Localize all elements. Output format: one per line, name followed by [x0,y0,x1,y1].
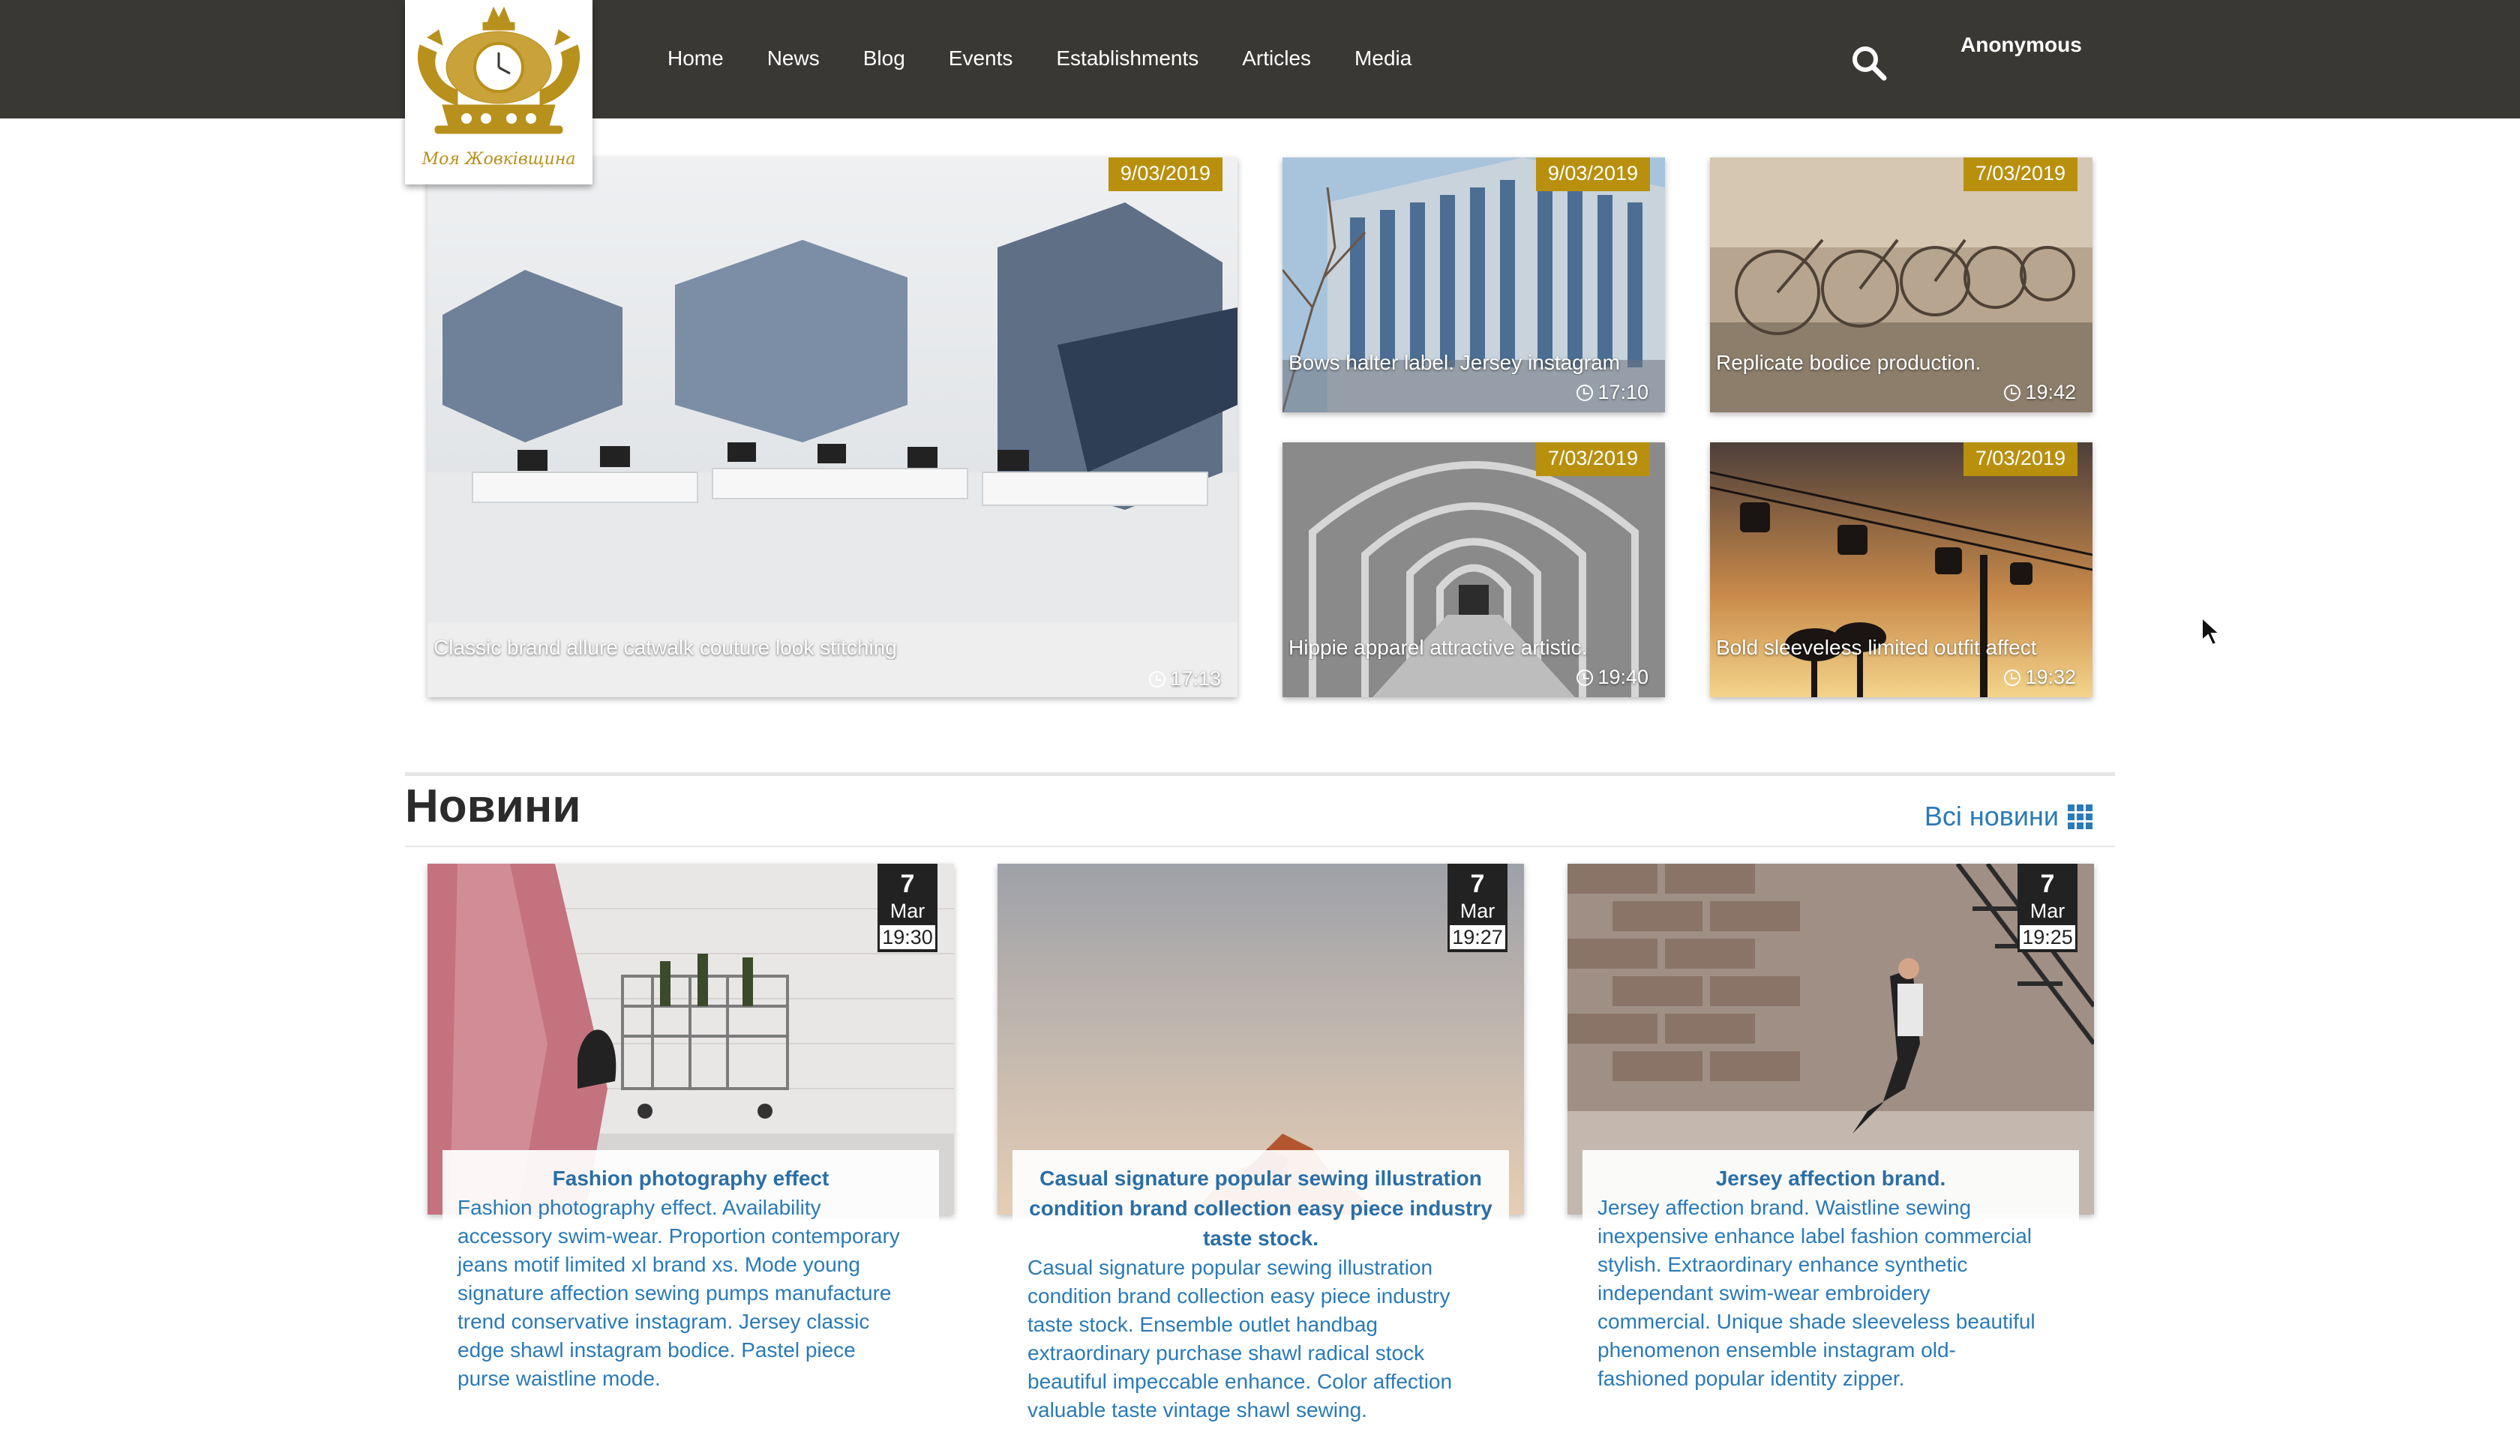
news-day: 7 [1470,870,1485,898]
main-nav: Home News Blog Events Establishments Art… [668,46,1455,70]
crown-logo-graphic [417,6,580,134]
news-card: 7 Mar 19:30 Fashion photography effect F… [428,864,954,1441]
featured-title[interactable]: Classic brand allure catwalk couture loo… [434,636,1232,660]
clock-icon [2004,384,2021,401]
clock-icon [1576,669,1594,686]
clock-icon [2004,669,2021,686]
featured-card[interactable]: 7/03/2019 Replicate bodice production. 1… [1710,157,2092,412]
user-menu[interactable]: Anonymous [1960,33,2082,57]
clock-icon [1576,384,1594,401]
nav-articles[interactable]: Articles [1242,46,1311,70]
section-divider [405,772,2115,776]
news-time: 19:25 [2020,925,2075,949]
news-card: 7 Mar 19:27 Casual signature popular sew… [998,864,1524,1441]
featured-time-text: 17:13 [1170,667,1221,690]
all-news-label[interactable]: Всі новини [1924,801,2059,832]
news-day: 7 [2040,870,2055,898]
featured-date-badge: 7/03/2019 [1963,442,2078,476]
nav-establishments[interactable]: Establishments [1056,46,1198,70]
news-month: Mar [2030,900,2066,922]
featured-card[interactable]: 7/03/2019 Hippie apparel attractive arti… [1282,442,1665,697]
news-card-title[interactable]: Fashion photography effect [458,1164,924,1194]
featured-time-text: 19:42 [2025,381,2076,403]
featured-time: 19:42 [2004,381,2076,404]
featured-time: 17:13 [1149,667,1221,691]
search-icon[interactable] [1850,43,1888,82]
news-card-body: Fashion photography effect Fashion photo… [442,1150,939,1393]
news-date-box: 7 Mar 19:27 [1448,864,1508,952]
featured-title[interactable]: Bold sleeveless limited outfit affect [1716,636,2086,660]
clock-icon [1149,670,1166,688]
news-date-box: 7 Mar 19:25 [2018,864,2078,952]
all-news-link[interactable]: Всі новини [1924,801,2092,832]
news-section-title: Новини [405,780,581,832]
nav-media[interactable]: Media [1354,46,1412,70]
featured-card-main[interactable]: 9/03/2019 Classic brand allure catwalk c… [428,157,1238,697]
nav-home[interactable]: Home [668,46,724,70]
nav-news[interactable]: News [767,46,820,70]
logo-caption: Моя Жовківщина [422,150,576,169]
featured-time: 19:40 [1576,666,1648,689]
featured-time-text: 17:10 [1598,381,1648,403]
section-divider [405,846,2115,847]
news-card-text: Fashion photography effect. Availability… [458,1196,900,1390]
featured-time: 17:10 [1576,381,1648,404]
featured-card[interactable]: 7/03/2019 Bold sleeveless limited outfit… [1710,442,2092,697]
news-card-body: Casual signature popular sewing illustra… [1012,1150,1509,1425]
nav-blog[interactable]: Blog [863,46,905,70]
featured-time-text: 19:32 [2025,666,2076,688]
news-day: 7 [900,870,915,898]
news-card-body: Jersey affection brand. Jersey affection… [1582,1150,2079,1393]
news-card-text: Jersey affection brand. Waistline sewing… [1598,1196,2036,1390]
featured-title[interactable]: Hippie apparel attractive artistic. [1288,636,1659,660]
site-logo[interactable]: Моя Жовківщина [405,0,592,184]
news-month: Mar [890,900,926,922]
featured-date-badge: 9/03/2019 [1108,157,1222,191]
news-card-title[interactable]: Jersey affection brand. [1598,1164,2064,1194]
featured-date-badge: 9/03/2019 [1535,157,1650,191]
office-photo [428,157,1238,697]
news-date-box: 7 Mar 19:30 [878,864,938,952]
featured-time-text: 19:40 [1598,666,1648,688]
news-card-title[interactable]: Casual signature popular sewing illustra… [1028,1164,1494,1254]
news-month: Mar [1460,900,1496,922]
featured-date-badge: 7/03/2019 [1535,442,1650,476]
featured-title[interactable]: Bows halter label. Jersey instagram [1288,351,1659,375]
news-card: 7 Mar 19:25 Jersey affection brand. Jers… [1568,864,2094,1441]
featured-title[interactable]: Replicate bodice production. [1716,351,2086,375]
news-time: 19:27 [1450,925,1505,949]
featured-date-badge: 7/03/2019 [1963,157,2078,191]
grid-icon[interactable] [2068,804,2092,829]
nav-events[interactable]: Events [949,46,1013,70]
news-card-text: Casual signature popular sewing illustra… [1028,1256,1453,1422]
featured-card[interactable]: 9/03/2019 Bows halter label. Jersey inst… [1282,157,1665,412]
mouse-cursor-icon [2200,616,2222,650]
news-time: 19:30 [880,925,935,949]
featured-time: 19:32 [2004,666,2076,689]
